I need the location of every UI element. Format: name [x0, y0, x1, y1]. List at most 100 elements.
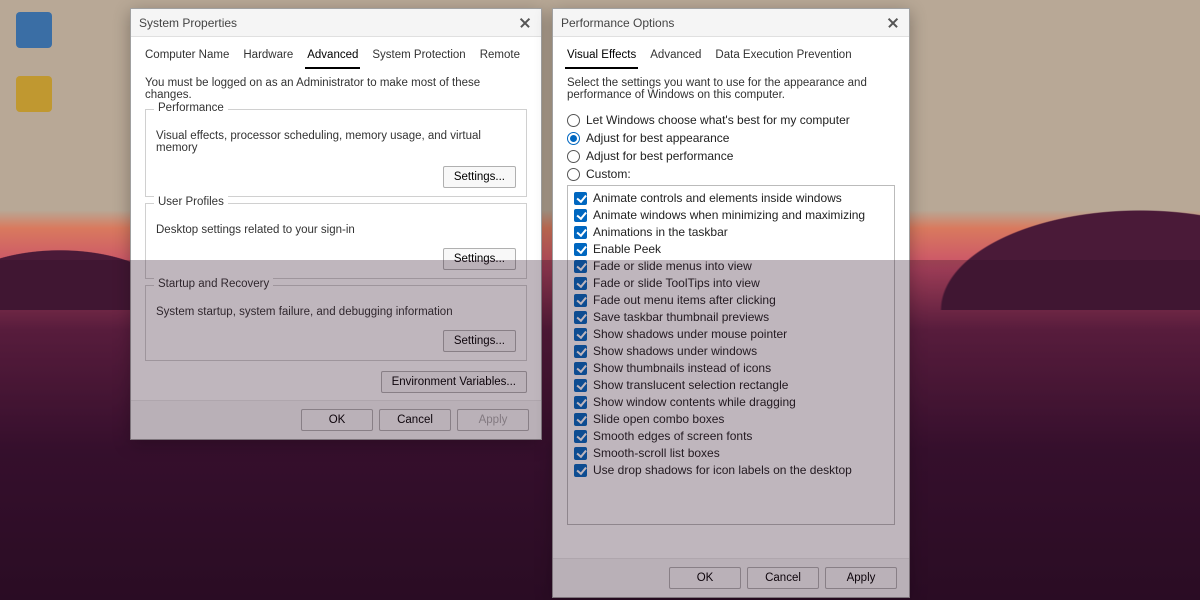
checkbox-icon: [574, 328, 587, 341]
visual-effect-option[interactable]: Fade or slide menus into view: [574, 258, 888, 275]
checkbox-icon: [574, 209, 587, 222]
visual-effect-option[interactable]: Smooth edges of screen fonts: [574, 428, 888, 445]
radio-option[interactable]: Adjust for best appearance: [567, 131, 895, 145]
tab-strip: Visual Effects Advanced Data Execution Pre…: [553, 37, 909, 69]
dialog-body: You must be logged on as an Administrato…: [131, 69, 541, 400]
visual-effect-option[interactable]: Smooth-scroll list boxes: [574, 445, 888, 462]
option-label: Slide open combo boxes: [593, 411, 724, 428]
checkbox-icon: [574, 294, 587, 307]
option-label: Show window contents while dragging: [593, 394, 796, 411]
radio-option[interactable]: Adjust for best performance: [567, 149, 895, 163]
tab-system-protection[interactable]: System Protection: [370, 45, 467, 69]
option-label: Enable Peek: [593, 241, 661, 258]
visual-effect-option[interactable]: Save taskbar thumbnail previews: [574, 309, 888, 326]
option-label: Show translucent selection rectangle: [593, 377, 788, 394]
window-title: Performance Options: [561, 16, 674, 30]
ok-button[interactable]: OK: [301, 409, 373, 431]
option-label: Show shadows under windows: [593, 343, 757, 360]
option-label: Smooth-scroll list boxes: [593, 445, 720, 462]
tab-strip: Computer Name Hardware Advanced System Prot…: [131, 37, 541, 69]
tab-advanced[interactable]: Advanced: [305, 45, 360, 69]
radio-label: Custom:: [586, 167, 631, 181]
tab-data-execution-prevention[interactable]: Data Execution Prevention: [713, 45, 853, 69]
checkbox-icon: [574, 464, 587, 477]
tab-advanced[interactable]: Advanced: [648, 45, 703, 69]
visual-effect-option[interactable]: Slide open combo boxes: [574, 411, 888, 428]
radio-option[interactable]: Custom:: [567, 167, 895, 181]
radio-icon: [567, 168, 580, 181]
settings-button[interactable]: Settings...: [443, 248, 516, 270]
radio-option[interactable]: Let Windows choose what's best for my co…: [567, 113, 895, 127]
checkbox-icon: [574, 362, 587, 375]
radio-icon: [567, 114, 580, 127]
visual-effect-option[interactable]: Fade out menu items after clicking: [574, 292, 888, 309]
visual-effects-list[interactable]: Animate controls and elements inside win…: [567, 185, 895, 525]
visual-effect-option[interactable]: Show translucent selection rectangle: [574, 377, 888, 394]
checkbox-icon: [574, 345, 587, 358]
option-label: Fade or slide menus into view: [593, 258, 752, 275]
tab-visual-effects[interactable]: Visual Effects: [565, 45, 638, 69]
checkbox-icon: [574, 447, 587, 460]
dialog-button-row: OK Cancel Apply: [553, 558, 909, 597]
option-label: Animations in the taskbar: [593, 224, 728, 241]
option-label: Show thumbnails instead of icons: [593, 360, 771, 377]
group-performance: PerformanceVisual effects, processor sch…: [145, 109, 527, 197]
option-label: Show shadows under mouse pointer: [593, 326, 787, 343]
settings-button[interactable]: Settings...: [443, 166, 516, 188]
checkbox-icon: [574, 277, 587, 290]
visual-effect-option[interactable]: Show shadows under windows: [574, 343, 888, 360]
group-legend: Performance: [154, 102, 228, 114]
radio-label: Adjust for best performance: [586, 149, 733, 163]
checkbox-icon: [574, 243, 587, 256]
dialog-body: Select the settings you want to use for …: [553, 69, 909, 558]
visual-effect-option[interactable]: Show window contents while dragging: [574, 394, 888, 411]
visual-effect-option[interactable]: Use drop shadows for icon labels on the …: [574, 462, 888, 479]
visual-effect-option[interactable]: Animate controls and elements inside win…: [574, 190, 888, 207]
cancel-button[interactable]: Cancel: [747, 567, 819, 589]
window-title: System Properties: [139, 16, 237, 30]
close-icon[interactable]: [885, 15, 901, 31]
instruction-text: Select the settings you want to use for …: [567, 77, 895, 101]
visual-effect-option[interactable]: Fade or slide ToolTips into view: [574, 275, 888, 292]
apply-button[interactable]: Apply: [825, 567, 897, 589]
group-legend: Startup and Recovery: [154, 278, 273, 290]
cancel-button[interactable]: Cancel: [379, 409, 451, 431]
visual-effect-option[interactable]: Enable Peek: [574, 241, 888, 258]
tab-computer-name[interactable]: Computer Name: [143, 45, 231, 69]
option-label: Save taskbar thumbnail previews: [593, 309, 769, 326]
settings-button[interactable]: Settings...: [443, 330, 516, 352]
checkbox-icon: [574, 413, 587, 426]
desktop-icon[interactable]: [8, 12, 60, 50]
checkbox-icon: [574, 396, 587, 409]
titlebar[interactable]: Performance Options: [553, 9, 909, 37]
radio-label: Adjust for best appearance: [586, 131, 729, 145]
group-startup-and-recovery: Startup and RecoverySystem startup, syst…: [145, 285, 527, 361]
radio-label: Let Windows choose what's best for my co…: [586, 113, 850, 127]
visual-effect-option[interactable]: Animations in the taskbar: [574, 224, 888, 241]
system-properties-dialog: System Properties Computer Name Hardware A…: [130, 8, 542, 440]
close-icon[interactable]: [517, 15, 533, 31]
checkbox-icon: [574, 226, 587, 239]
recycle-bin-icon: [16, 12, 52, 48]
visual-effect-option[interactable]: Show shadows under mouse pointer: [574, 326, 888, 343]
checkbox-icon: [574, 379, 587, 392]
tab-remote[interactable]: Remote: [478, 45, 522, 69]
checkbox-icon: [574, 260, 587, 273]
visual-effect-option[interactable]: Show thumbnails instead of icons: [574, 360, 888, 377]
ok-button[interactable]: OK: [669, 567, 741, 589]
option-label: Animate controls and elements inside win…: [593, 190, 842, 207]
radio-icon: [567, 150, 580, 163]
option-label: Smooth edges of screen fonts: [593, 428, 752, 445]
checkbox-icon: [574, 311, 587, 324]
titlebar[interactable]: System Properties: [131, 9, 541, 37]
apply-button[interactable]: Apply: [457, 409, 529, 431]
dialog-button-row: OK Cancel Apply: [131, 400, 541, 439]
group-user-profiles: User ProfilesDesktop settings related to…: [145, 203, 527, 279]
environment-variables-button[interactable]: Environment Variables...: [381, 371, 527, 393]
checkbox-icon: [574, 430, 587, 443]
desktop-icon[interactable]: [8, 76, 60, 114]
tab-hardware[interactable]: Hardware: [241, 45, 295, 69]
group-description: Desktop settings related to your sign-in: [156, 224, 516, 236]
option-label: Fade out menu items after clicking: [593, 292, 776, 309]
visual-effect-option[interactable]: Animate windows when minimizing and maxi…: [574, 207, 888, 224]
